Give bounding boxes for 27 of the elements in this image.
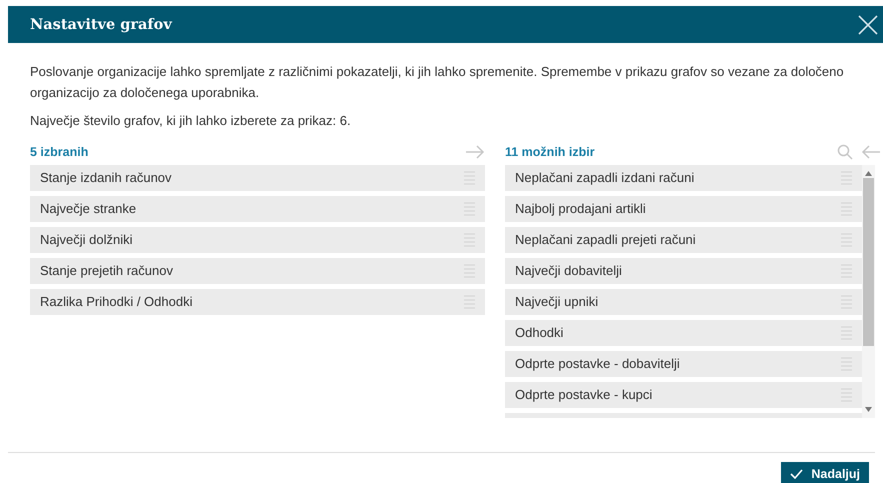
list-item[interactable]: Neplačani zapadli prejeti računi bbox=[505, 227, 862, 253]
check-icon bbox=[790, 469, 804, 479]
list-item[interactable]: Razlika Prihodki / Odhodki bbox=[30, 289, 485, 315]
close-icon[interactable] bbox=[857, 14, 879, 36]
scroll-down-icon[interactable] bbox=[865, 407, 872, 412]
list-item[interactable]: Največje stranke bbox=[30, 196, 485, 222]
arrow-right-icon[interactable] bbox=[465, 145, 485, 159]
scroll-up-icon[interactable] bbox=[865, 171, 872, 176]
continue-button[interactable]: Nadaljuj bbox=[781, 462, 869, 483]
list-item[interactable]: Stanje izdanih računov bbox=[30, 165, 485, 191]
selected-heading: 5 izbranih bbox=[30, 144, 88, 161]
list-item[interactable]: Odhodki bbox=[505, 320, 862, 346]
list-item[interactable]: Neplačani zapadli izdani računi bbox=[505, 165, 862, 191]
search-icon[interactable] bbox=[837, 144, 853, 160]
list-item[interactable]: Odprte postavke - kupci bbox=[505, 382, 862, 408]
list-item[interactable]: Največji dolžniki bbox=[30, 227, 485, 253]
list-item[interactable]: Največji upniki bbox=[505, 289, 862, 315]
limit-note: Največje število grafov, ki jih lahko izberete za prikaz: 6. bbox=[30, 112, 352, 130]
list-item[interactable]: Največji dobavitelji bbox=[505, 258, 862, 284]
available-heading: 11 možnih izbir bbox=[505, 144, 595, 161]
intro-text: Poslovanje organizacije lahko spremljate z različnimi pokazatelji, ki jih lahko spremenite. Spremembe v prikazu grafov so vezane za določeno organizacijo za določenega uporabnika. bbox=[30, 63, 845, 102]
arrow-left-icon[interactable] bbox=[861, 145, 881, 159]
scrollbar[interactable] bbox=[862, 165, 875, 418]
list-item[interactable]: Najbolj prodajani artikli bbox=[505, 196, 862, 222]
dialog-title: Nastavitve grafov bbox=[30, 14, 172, 35]
list-item[interactable]: Odprte postavke - dobavitelji bbox=[505, 351, 862, 377]
list-item[interactable]: Stanje prejetih računov bbox=[30, 258, 485, 284]
